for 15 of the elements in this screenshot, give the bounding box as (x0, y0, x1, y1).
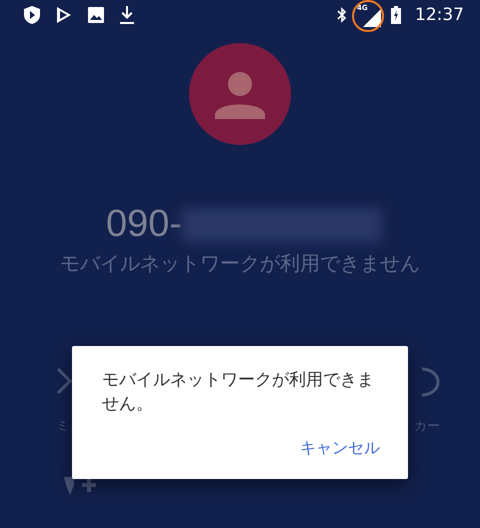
call-status-text: モバイルネットワークが利用できません (60, 250, 420, 277)
play-store-icon (56, 6, 72, 24)
bluetooth-icon (337, 6, 347, 24)
cancel-button[interactable]: キャンセル (300, 434, 380, 463)
battery-icon (391, 6, 401, 24)
shield-icon (24, 6, 40, 24)
speaker-label: カー (414, 418, 440, 435)
status-time: 12:37 (415, 5, 464, 25)
dialog-message: モバイルネットワークが利用できません。 (102, 369, 375, 416)
avatar-icon (189, 43, 291, 145)
highlight-circle (352, 0, 384, 32)
image-icon (88, 7, 104, 23)
signal-icon (363, 9, 381, 27)
phone-number: 090- (106, 203, 182, 246)
download-icon (120, 6, 134, 24)
